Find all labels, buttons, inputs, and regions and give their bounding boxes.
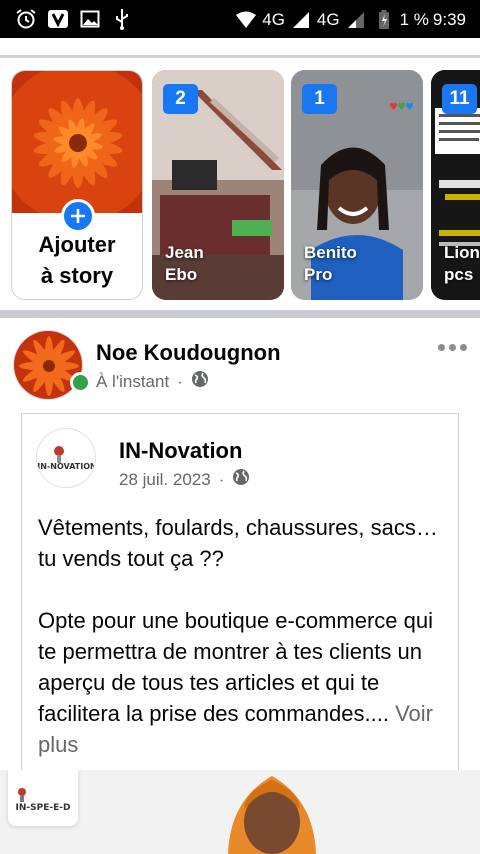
story-author-name-line2: Ebo bbox=[165, 265, 198, 284]
story-count-badge: 1 bbox=[302, 84, 337, 114]
post-time[interactable]: À l'instant bbox=[96, 372, 169, 392]
feed-post: Noe Koudougnon À l'instant · IN-NOVATION… bbox=[0, 318, 480, 854]
alarm-icon bbox=[14, 7, 38, 31]
add-story-label-line2: à story bbox=[40, 263, 114, 288]
story-author-name: Benito Pro bbox=[304, 242, 357, 286]
story-card-benito-pro[interactable]: ♥ ♥ ♥ 1 Benito Pro bbox=[291, 70, 423, 300]
signal-icon bbox=[289, 8, 313, 32]
online-status-dot bbox=[70, 372, 91, 393]
network-label-2: 4G bbox=[316, 10, 340, 29]
profile-photo bbox=[12, 71, 142, 213]
shared-date[interactable]: 28 juil. 2023 bbox=[119, 470, 211, 490]
stories-tray[interactable]: Ajouter à story 2 Jean Ebo ♥ ♥ ♥ 1 Benit… bbox=[0, 68, 480, 302]
create-story-card[interactable]: Ajouter à story bbox=[11, 70, 143, 300]
post-meta: À l'instant · bbox=[96, 370, 209, 393]
inspeed-logo: IN-SPE-E-D bbox=[8, 770, 78, 826]
post-image-banner[interactable]: IN-SPE-E-D bbox=[0, 770, 480, 854]
story-count-badge: 11 bbox=[442, 84, 477, 114]
shared-meta: 28 juil. 2023 · bbox=[119, 468, 250, 491]
battery-percent: 1 % bbox=[399, 10, 429, 29]
meta-separator: · bbox=[218, 469, 225, 489]
battery-charging-icon bbox=[372, 8, 396, 32]
usb-icon bbox=[110, 7, 134, 31]
vpn-icon bbox=[46, 7, 70, 31]
shared-page-name[interactable]: IN-Novation bbox=[119, 438, 242, 464]
more-options-icon[interactable] bbox=[438, 344, 467, 351]
network-label-1: 4G bbox=[262, 10, 285, 29]
svg-text:♥: ♥ bbox=[405, 102, 414, 113]
banner-logo-text: IN-SPE-E-D bbox=[16, 803, 71, 813]
divider bbox=[0, 55, 480, 58]
story-author-name-line1: Benito bbox=[304, 243, 357, 262]
story-card-jean-ebo[interactable]: 2 Jean Ebo bbox=[152, 70, 284, 300]
clock: 9:39 bbox=[432, 10, 466, 29]
post-text-paragraph-1: Vêtements, foulards, chaussures, sacs… t… bbox=[38, 515, 438, 571]
story-author-name: Lione pcs bbox=[444, 242, 480, 286]
status-bar: 4G 4G 1 % 9:39 bbox=[0, 0, 480, 38]
story-card-lionel-pcs[interactable]: 11 Lione pcs bbox=[431, 70, 480, 300]
post-author-name[interactable]: Noe Koudougnon bbox=[96, 340, 281, 366]
story-author-name-line1: Jean bbox=[165, 243, 204, 262]
gallery-icon bbox=[78, 7, 102, 31]
page-logo-text: IN-NOVATION bbox=[37, 462, 96, 471]
story-author-name-line1: Lione bbox=[444, 243, 480, 262]
add-story-label-line1: Ajouter bbox=[38, 232, 116, 257]
section-divider bbox=[0, 310, 480, 318]
add-story-label: Ajouter à story bbox=[12, 229, 142, 291]
post-text-paragraph-2: Opte pour une boutique e-commerce qui te… bbox=[38, 605, 448, 760]
wifi-icon bbox=[234, 8, 258, 32]
globe-icon bbox=[191, 370, 209, 393]
page-avatar[interactable]: IN-NOVATION bbox=[36, 428, 96, 488]
meta-separator: · bbox=[177, 371, 183, 391]
post-text-paragraph-2-body: Opte pour une boutique e-commerce qui te… bbox=[38, 608, 434, 726]
story-count-badge: 2 bbox=[163, 84, 198, 114]
shared-post-text: Vêtements, foulards, chaussures, sacs… t… bbox=[38, 512, 448, 760]
globe-icon bbox=[232, 468, 250, 491]
story-author-name-line2: Pro bbox=[304, 265, 333, 284]
add-story-icon[interactable] bbox=[61, 199, 95, 233]
story-author-name-line2: pcs bbox=[444, 265, 474, 284]
story-author-name: Jean Ebo bbox=[165, 242, 204, 286]
signal-weak-icon bbox=[344, 8, 368, 32]
